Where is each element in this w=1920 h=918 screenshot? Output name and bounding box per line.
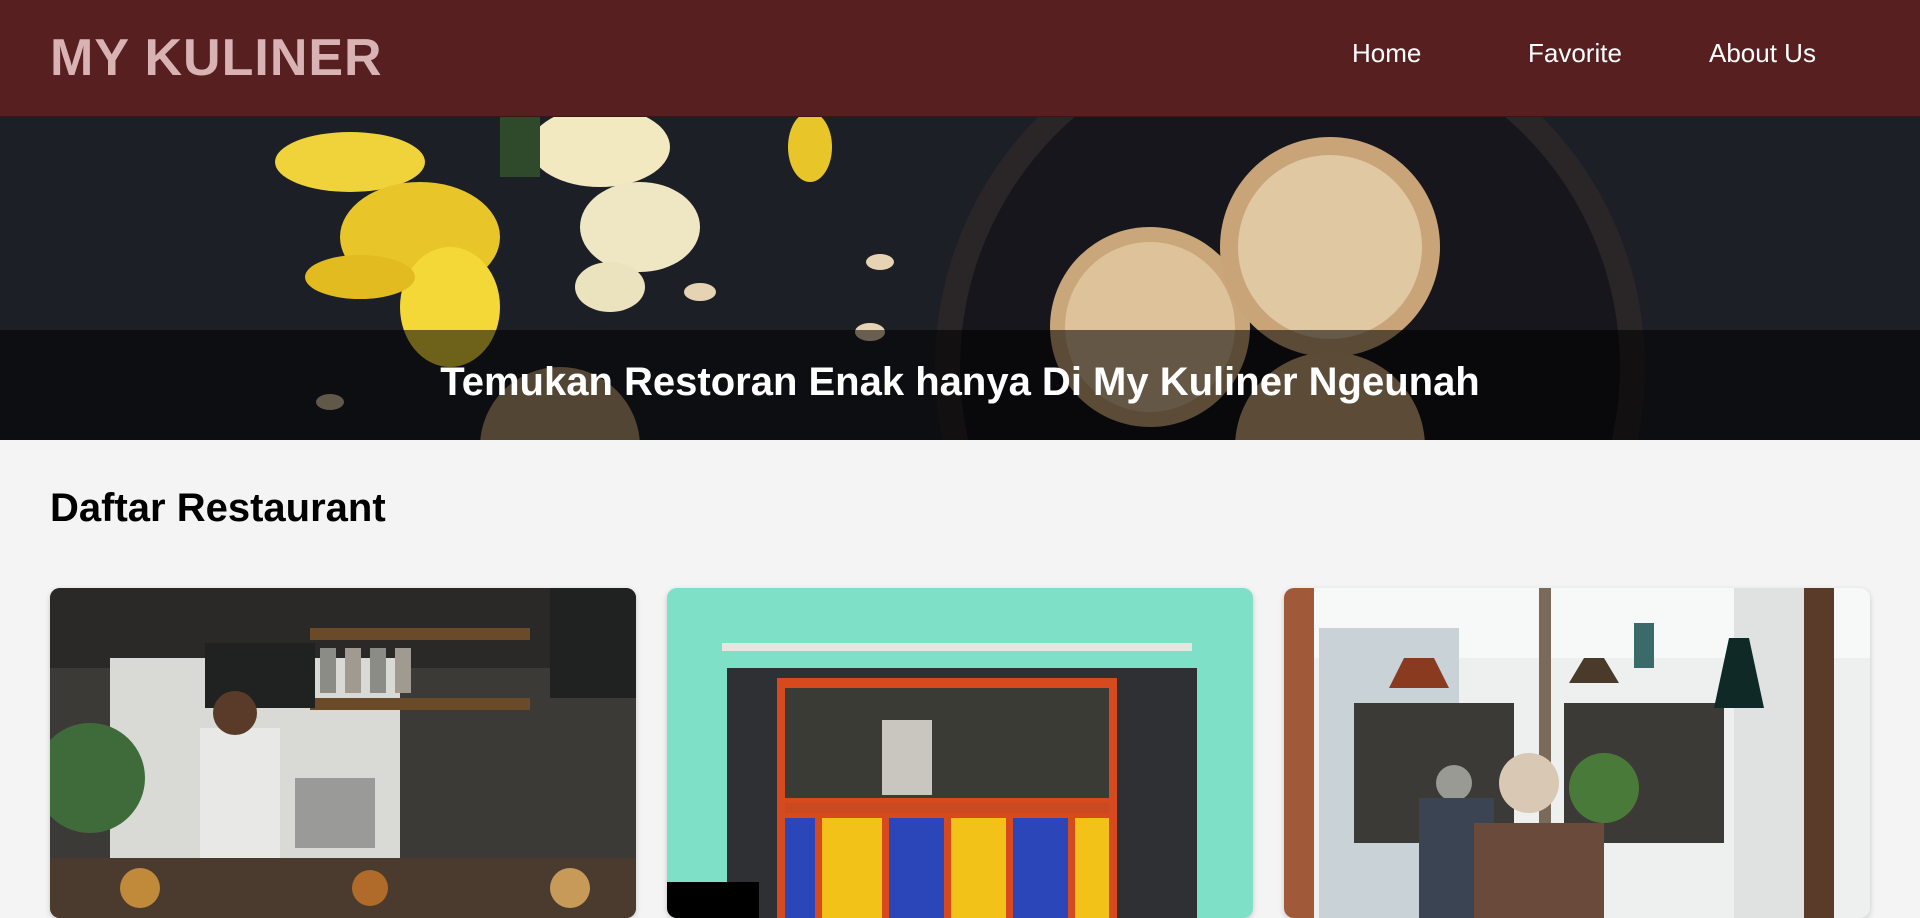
restaurant-card[interactable] (50, 588, 636, 918)
restaurant-card[interactable] (1284, 588, 1870, 918)
brand-logo[interactable]: MY KULINER (50, 28, 383, 88)
restaurant-thumbnail (667, 588, 1253, 918)
restaurant-thumbnail (1284, 588, 1870, 918)
nav-about-link[interactable]: About Us (1709, 38, 1816, 69)
hero-tagline: Temukan Restoran Enak hanya Di My Kuline… (440, 360, 1480, 404)
section-title: Daftar Restaurant (50, 486, 386, 530)
city-badge (667, 882, 759, 918)
app-bar: MY KULINER Home Favorite About Us (0, 0, 1920, 117)
nav-home-link[interactable]: Home (1352, 38, 1421, 69)
nav-favorite-link[interactable]: Favorite (1528, 38, 1622, 69)
restaurant-thumbnail (50, 588, 636, 918)
restaurant-card[interactable] (667, 588, 1253, 918)
hero-banner: Temukan Restoran Enak hanya Di My Kuline… (0, 117, 1920, 440)
